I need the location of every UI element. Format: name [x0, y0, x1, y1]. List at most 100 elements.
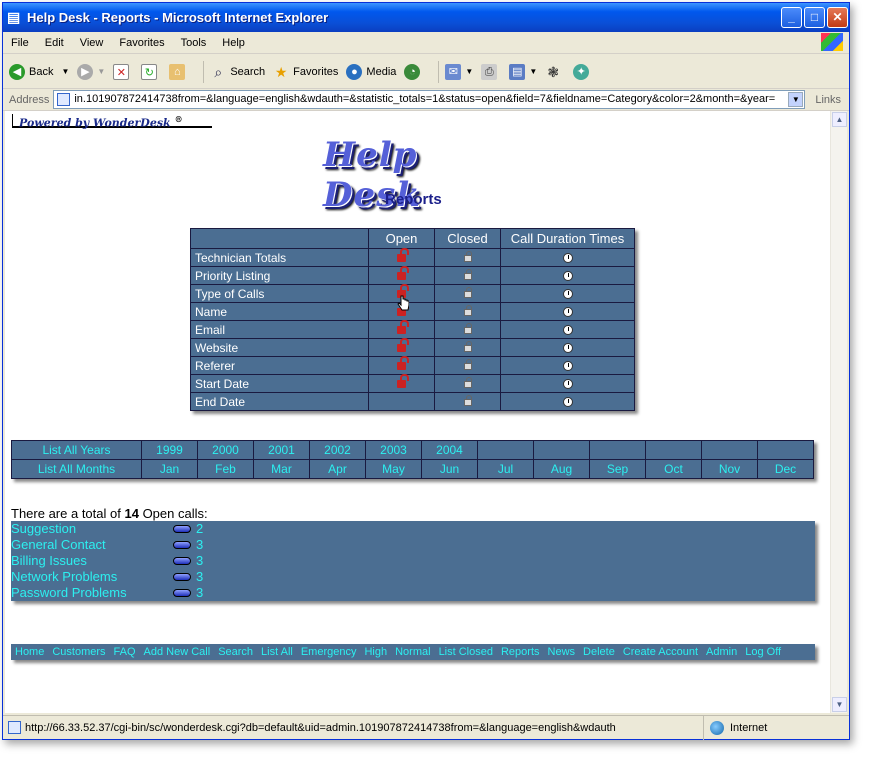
clock-icon[interactable] [562, 342, 573, 353]
address-input[interactable]: in.101907872414738from=&language=english… [53, 90, 806, 109]
nav-link[interactable]: Search [218, 646, 253, 658]
clock-icon[interactable] [562, 288, 573, 299]
clock-icon[interactable] [562, 378, 573, 389]
month-link[interactable]: Sep [589, 459, 646, 479]
nav-link[interactable]: Reports [501, 646, 540, 658]
closed-lock-icon[interactable] [463, 376, 472, 388]
category-count[interactable]: 3 [196, 537, 203, 553]
menu-file[interactable]: File [3, 37, 37, 49]
month-link[interactable]: Mar [253, 459, 310, 479]
list-all-years-link[interactable]: List All Years [11, 440, 142, 460]
nav-link[interactable]: Admin [706, 646, 737, 658]
nav-link[interactable]: Normal [395, 646, 430, 658]
scroll-down-icon[interactable]: ▼ [832, 697, 847, 712]
month-link[interactable]: Jun [421, 459, 478, 479]
menu-edit[interactable]: Edit [37, 37, 72, 49]
closed-lock-icon[interactable] [463, 304, 472, 316]
close-button[interactable]: ✕ [827, 7, 848, 28]
category-count[interactable]: 3 [196, 553, 203, 569]
nav-link[interactable]: Customers [52, 646, 105, 658]
month-link[interactable]: Aug [533, 459, 590, 479]
year-link[interactable]: 2001 [253, 440, 310, 460]
open-lock-icon[interactable] [397, 338, 409, 352]
print-button[interactable]: ⎙ [481, 63, 501, 80]
closed-lock-icon[interactable] [463, 358, 472, 370]
menu-view[interactable]: View [72, 37, 112, 49]
edit-button[interactable]: ▤ ▼ [509, 63, 537, 80]
favorites-button[interactable]: ★ Favorites [273, 64, 339, 80]
month-link[interactable]: Apr [309, 459, 366, 479]
closed-lock-icon[interactable] [463, 322, 472, 334]
open-lock-icon[interactable] [397, 248, 409, 262]
closed-lock-icon[interactable] [463, 250, 472, 262]
menu-tools[interactable]: Tools [173, 37, 215, 49]
research-button[interactable]: ✦ [573, 63, 593, 80]
year-link[interactable]: 2000 [197, 440, 254, 460]
category-count[interactable]: 3 [196, 585, 203, 601]
clock-icon[interactable] [562, 252, 573, 263]
stop-button[interactable]: ✕ [113, 63, 133, 80]
nav-link[interactable]: Emergency [301, 646, 357, 658]
menu-help[interactable]: Help [214, 37, 253, 49]
closed-lock-icon[interactable] [463, 394, 472, 406]
scroll-up-icon[interactable]: ▲ [832, 112, 847, 127]
month-link[interactable]: May [365, 459, 422, 479]
year-link[interactable]: 1999 [141, 440, 198, 460]
refresh-button[interactable]: ↻ [141, 63, 161, 80]
back-button[interactable]: ◀ Back ▼ [9, 63, 69, 80]
category-link[interactable]: Billing Issues [11, 553, 87, 569]
home-button[interactable]: ⌂ [169, 63, 189, 80]
open-lock-icon[interactable] [397, 266, 409, 280]
year-link[interactable]: 2003 [365, 440, 422, 460]
closed-lock-icon[interactable] [463, 286, 472, 298]
nav-link[interactable]: News [548, 646, 576, 658]
clock-icon[interactable] [562, 306, 573, 317]
month-link[interactable]: Feb [197, 459, 254, 479]
category-count[interactable]: 2 [196, 521, 203, 537]
category-count[interactable]: 3 [196, 569, 203, 585]
closed-lock-icon[interactable] [463, 268, 472, 280]
nav-link[interactable]: Create Account [623, 646, 698, 658]
month-link[interactable]: Dec [757, 459, 814, 479]
month-link[interactable]: Jul [477, 459, 534, 479]
list-all-months-link[interactable]: List All Months [11, 459, 142, 479]
powered-by-link[interactable]: Powered by WonderDesk ® [12, 114, 212, 130]
history-button[interactable]: ◔ [404, 63, 424, 80]
minimize-button[interactable]: _ [781, 7, 802, 28]
nav-link[interactable]: List All [261, 646, 293, 658]
messenger-button[interactable]: ❃ [545, 64, 565, 80]
nav-link[interactable]: Log Off [745, 646, 781, 658]
clock-icon[interactable] [562, 324, 573, 335]
nav-link[interactable]: Delete [583, 646, 615, 658]
address-dropdown-icon[interactable]: ▼ [788, 92, 804, 107]
category-link[interactable]: Network Problems [11, 569, 117, 585]
category-link[interactable]: Suggestion [11, 521, 76, 537]
month-link[interactable]: Nov [701, 459, 758, 479]
year-link[interactable]: 2004 [421, 440, 478, 460]
category-link[interactable]: Password Problems [11, 585, 127, 601]
nav-link[interactable]: Add New Call [144, 646, 211, 658]
search-button[interactable]: ⌕ Search [210, 64, 265, 80]
links-toolbar[interactable]: Links [815, 94, 841, 106]
month-link[interactable]: Jan [141, 459, 198, 479]
nav-link[interactable]: Home [15, 646, 44, 658]
open-lock-icon[interactable] [397, 356, 409, 370]
clock-icon[interactable] [562, 270, 573, 281]
vertical-scrollbar[interactable]: ▲ ▼ [830, 111, 847, 713]
nav-link[interactable]: High [364, 646, 387, 658]
clock-icon[interactable] [562, 396, 573, 407]
year-link[interactable]: 2002 [309, 440, 366, 460]
nav-link[interactable]: List Closed [439, 646, 493, 658]
mail-button[interactable]: ✉ ▼ [445, 63, 473, 80]
open-lock-icon[interactable] [397, 320, 409, 334]
closed-lock-icon[interactable] [463, 340, 472, 352]
month-link[interactable]: Oct [645, 459, 702, 479]
nav-link[interactable]: FAQ [114, 646, 136, 658]
maximize-button[interactable]: □ [804, 7, 825, 28]
category-link[interactable]: General Contact [11, 537, 106, 553]
menu-favorites[interactable]: Favorites [111, 37, 172, 49]
media-button[interactable]: ● Media [346, 63, 396, 80]
forward-button[interactable]: ▶ ▼ [77, 63, 105, 80]
clock-icon[interactable] [562, 360, 573, 371]
open-lock-icon[interactable] [397, 374, 409, 388]
